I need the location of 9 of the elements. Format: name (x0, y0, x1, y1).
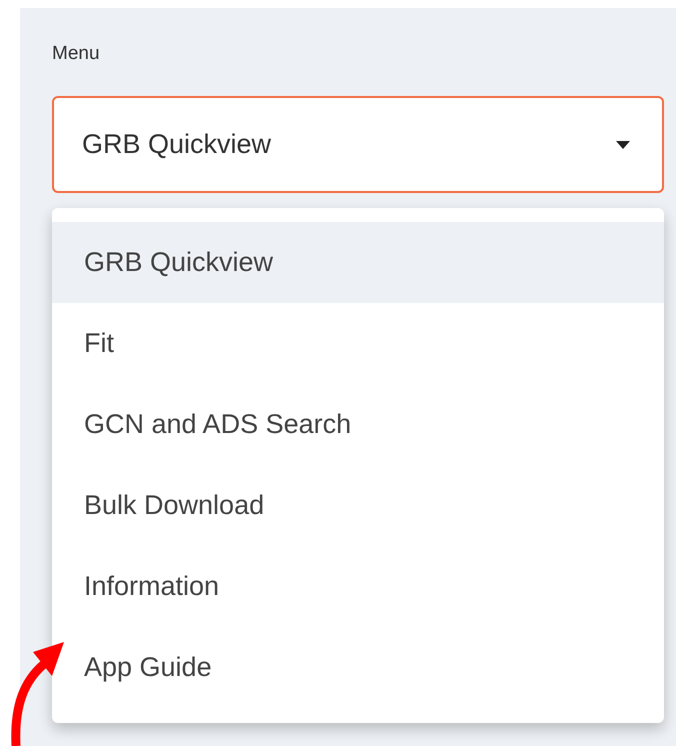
menu-option[interactable]: Fit (52, 303, 664, 384)
caret-icon (616, 140, 630, 148)
menu-select[interactable]: GRB Quickview (52, 96, 664, 193)
menu-option[interactable]: Information (52, 546, 664, 627)
menu-option[interactable]: GRB Quickview (52, 222, 664, 303)
menu-option[interactable]: App Guide (52, 627, 664, 708)
menu-option[interactable]: Bulk Download (52, 465, 664, 546)
menu-option[interactable]: GCN and ADS Search (52, 384, 664, 465)
menu-label: Menu (52, 42, 101, 66)
